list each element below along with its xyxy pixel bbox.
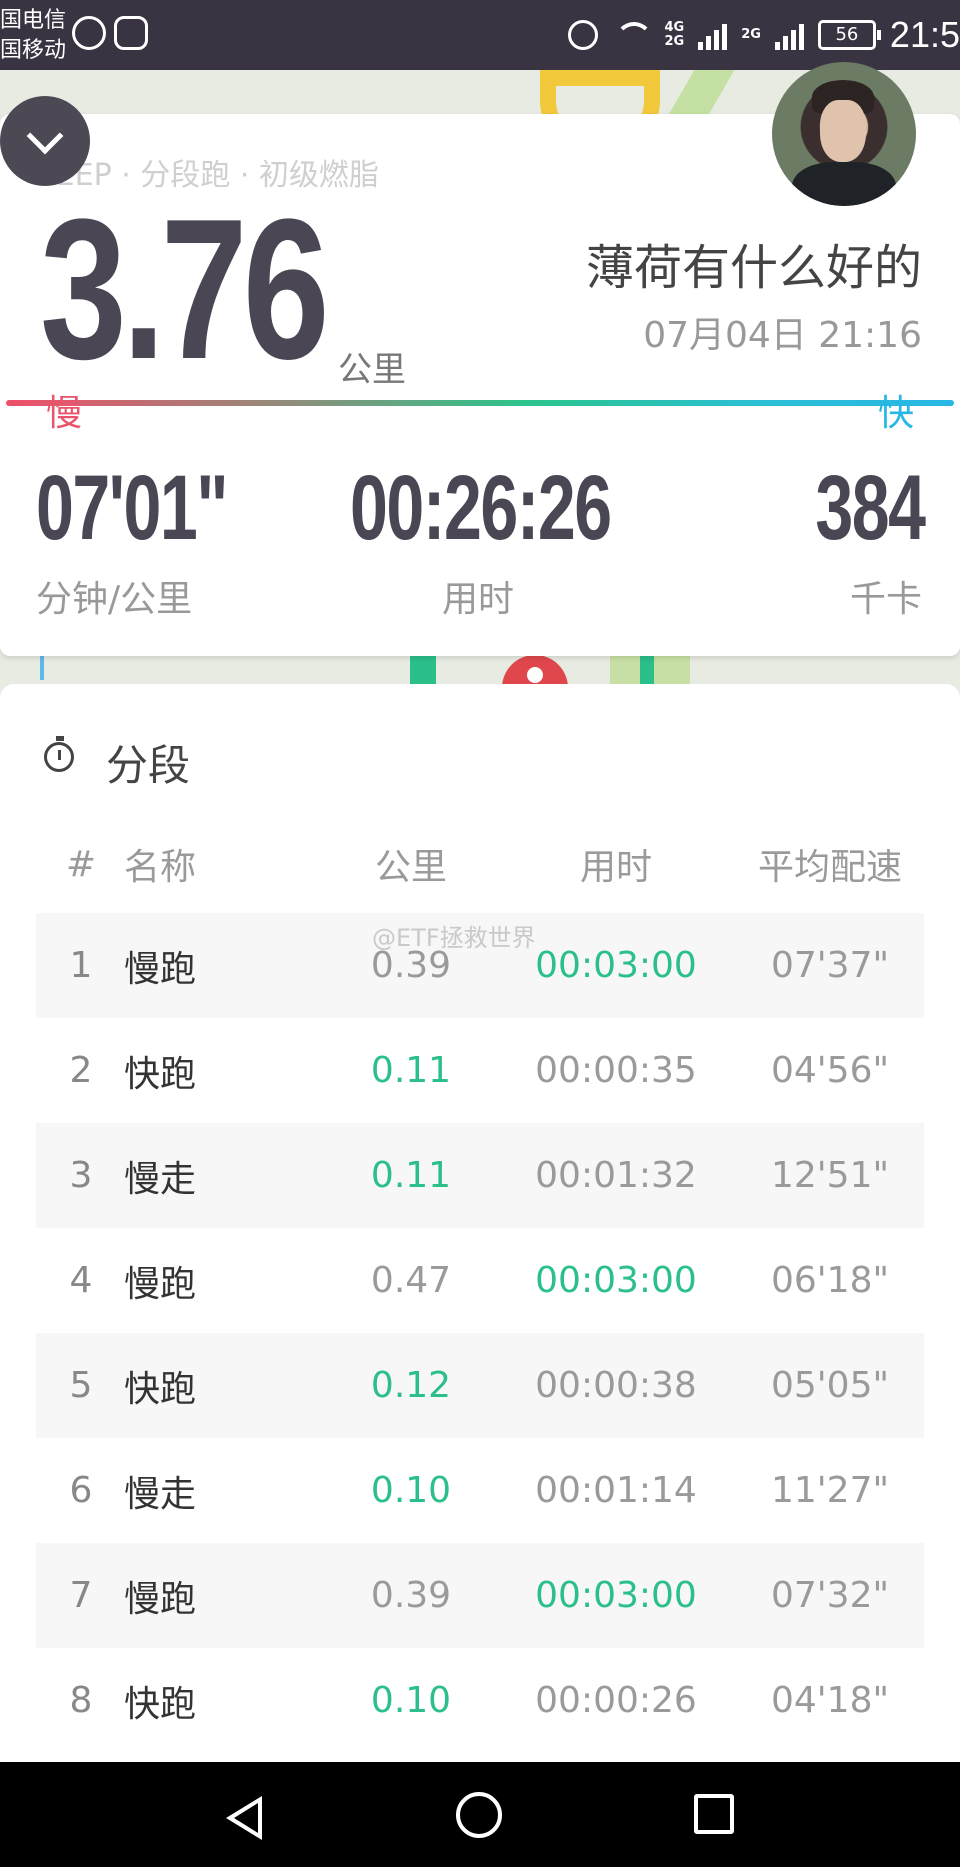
header-time: 用时 bbox=[579, 847, 652, 888]
row-num: 8 bbox=[69, 1680, 93, 1721]
carrier-1: 国电信 bbox=[0, 8, 67, 33]
row-km: 0.12 bbox=[370, 1365, 452, 1406]
row-km: 0.10 bbox=[370, 1470, 452, 1511]
row-pace: 06'18" bbox=[770, 1260, 890, 1301]
row-pace: 04'56" bbox=[770, 1050, 890, 1091]
row-km: 0.11 bbox=[370, 1155, 452, 1196]
row-pace: 05'05" bbox=[770, 1365, 890, 1406]
header-pace: 平均配速 bbox=[757, 847, 902, 888]
row-pace: 07'37" bbox=[770, 945, 890, 986]
splits-table-header: # 名称 公里 用时 平均配速 bbox=[36, 834, 924, 894]
row-time: 00:03:00 bbox=[535, 945, 697, 986]
row-num: 5 bbox=[69, 1365, 93, 1406]
signal-icon-2 bbox=[774, 20, 804, 50]
row-time: 00:00:26 bbox=[535, 1680, 697, 1721]
average-pace-value: 07'01" bbox=[36, 457, 229, 559]
recents-icon[interactable] bbox=[694, 1794, 734, 1834]
row-num: 3 bbox=[69, 1155, 93, 1196]
row-name: 慢跑 bbox=[124, 948, 197, 990]
navigation-bar bbox=[0, 1762, 960, 1867]
table-row: 2 快跑 0.11 00:00:35 04'56" bbox=[36, 1018, 924, 1123]
signal-icon-1 bbox=[698, 20, 728, 50]
duration-label: 用时 bbox=[442, 579, 515, 620]
chevron-down-icon bbox=[26, 117, 64, 155]
row-name: 慢走 bbox=[124, 1158, 197, 1200]
avatar[interactable] bbox=[772, 62, 916, 206]
shield-icon bbox=[114, 16, 148, 50]
splits-panel: 分段 # 名称 公里 用时 平均配速 1 慢跑 0.39 00:03:00 07… bbox=[0, 684, 960, 1762]
row-km: 0.39 bbox=[370, 1575, 452, 1616]
average-pace-label: 分钟/公里 bbox=[36, 579, 193, 620]
calories-value: 384 bbox=[814, 457, 926, 559]
row-km: 0.10 bbox=[370, 1680, 452, 1721]
row-time: 00:03:00 bbox=[535, 1260, 697, 1301]
clock: 21:5 bbox=[889, 14, 960, 55]
row-num: 7 bbox=[69, 1575, 93, 1616]
row-name: 快跑 bbox=[124, 1368, 197, 1410]
run-title: 薄荷有什么好的 bbox=[585, 240, 922, 296]
table-row: 7 慢跑 0.39 00:03:00 07'32" bbox=[36, 1543, 924, 1648]
alarm-icon bbox=[568, 20, 599, 50]
header-km: 公里 bbox=[374, 847, 447, 888]
carrier-labels: 国电信 国移动 bbox=[0, 6, 66, 66]
network-type-icon-2: 2G bbox=[741, 27, 761, 42]
back-icon[interactable] bbox=[226, 1796, 262, 1840]
table-row: 4 慢跑 0.47 00:03:00 06'18" bbox=[36, 1228, 924, 1333]
table-row: 8 快跑 0.10 00:00:26 04'18" bbox=[36, 1648, 924, 1753]
network-type-icon: 4G 2G bbox=[664, 20, 685, 49]
row-pace: 04'18" bbox=[770, 1680, 890, 1721]
row-num: 2 bbox=[69, 1050, 93, 1091]
row-name: 慢跑 bbox=[124, 1578, 197, 1620]
row-km: 0.11 bbox=[370, 1050, 452, 1091]
row-pace: 07'32" bbox=[770, 1575, 890, 1616]
slow-label: 慢 bbox=[46, 393, 83, 434]
home-icon[interactable] bbox=[456, 1792, 502, 1838]
splits-title: 分段 bbox=[106, 741, 191, 790]
run-datetime: 07月04日 21:16 bbox=[643, 315, 922, 356]
row-pace: 11'27" bbox=[770, 1470, 890, 1511]
status-icons: 4G 2G 2G 56 21:5 bbox=[568, 12, 960, 58]
row-time: 00:03:00 bbox=[535, 1575, 697, 1616]
row-time: 00:01:32 bbox=[535, 1155, 697, 1196]
row-name: 快跑 bbox=[124, 1683, 197, 1725]
fast-label: 快 bbox=[877, 393, 914, 434]
row-km: 0.47 bbox=[370, 1260, 452, 1301]
row-num: 4 bbox=[69, 1260, 93, 1301]
header-num: # bbox=[65, 843, 97, 885]
carrier-2: 国移动 bbox=[0, 38, 67, 63]
row-name: 慢走 bbox=[124, 1473, 197, 1515]
weibo-icon bbox=[72, 16, 106, 50]
row-name: 慢跑 bbox=[124, 1263, 197, 1305]
header-name: 名称 bbox=[124, 847, 197, 888]
wifi-icon bbox=[612, 20, 654, 50]
table-row: 6 慢走 0.10 00:01:14 11'27" bbox=[36, 1438, 924, 1543]
watermark: @ETF拯救世界 bbox=[372, 924, 536, 952]
row-num: 1 bbox=[69, 945, 93, 986]
table-row: 5 快跑 0.12 00:00:38 05'05" bbox=[36, 1333, 924, 1438]
pace-gradient-bar bbox=[6, 400, 954, 406]
row-time: 00:00:35 bbox=[535, 1050, 697, 1091]
distance-unit: 公里 bbox=[338, 350, 406, 390]
row-num: 6 bbox=[69, 1470, 93, 1511]
distance-value: 3.76 bbox=[40, 178, 330, 401]
table-row: 3 慢走 0.11 00:01:32 12'51" bbox=[36, 1123, 924, 1228]
row-time: 00:00:38 bbox=[535, 1365, 697, 1406]
row-name: 快跑 bbox=[124, 1053, 197, 1095]
duration-value: 00:26:26 bbox=[350, 457, 612, 559]
row-time: 00:01:14 bbox=[535, 1470, 697, 1511]
status-bar: 国电信 国移动 4G 2G 2G 56 21:5 bbox=[0, 0, 960, 70]
row-pace: 12'51" bbox=[770, 1155, 890, 1196]
collapse-button[interactable] bbox=[0, 96, 90, 186]
stopwatch-icon bbox=[44, 736, 74, 772]
calories-label: 千卡 bbox=[849, 579, 922, 620]
battery-icon: 56 bbox=[817, 20, 881, 50]
